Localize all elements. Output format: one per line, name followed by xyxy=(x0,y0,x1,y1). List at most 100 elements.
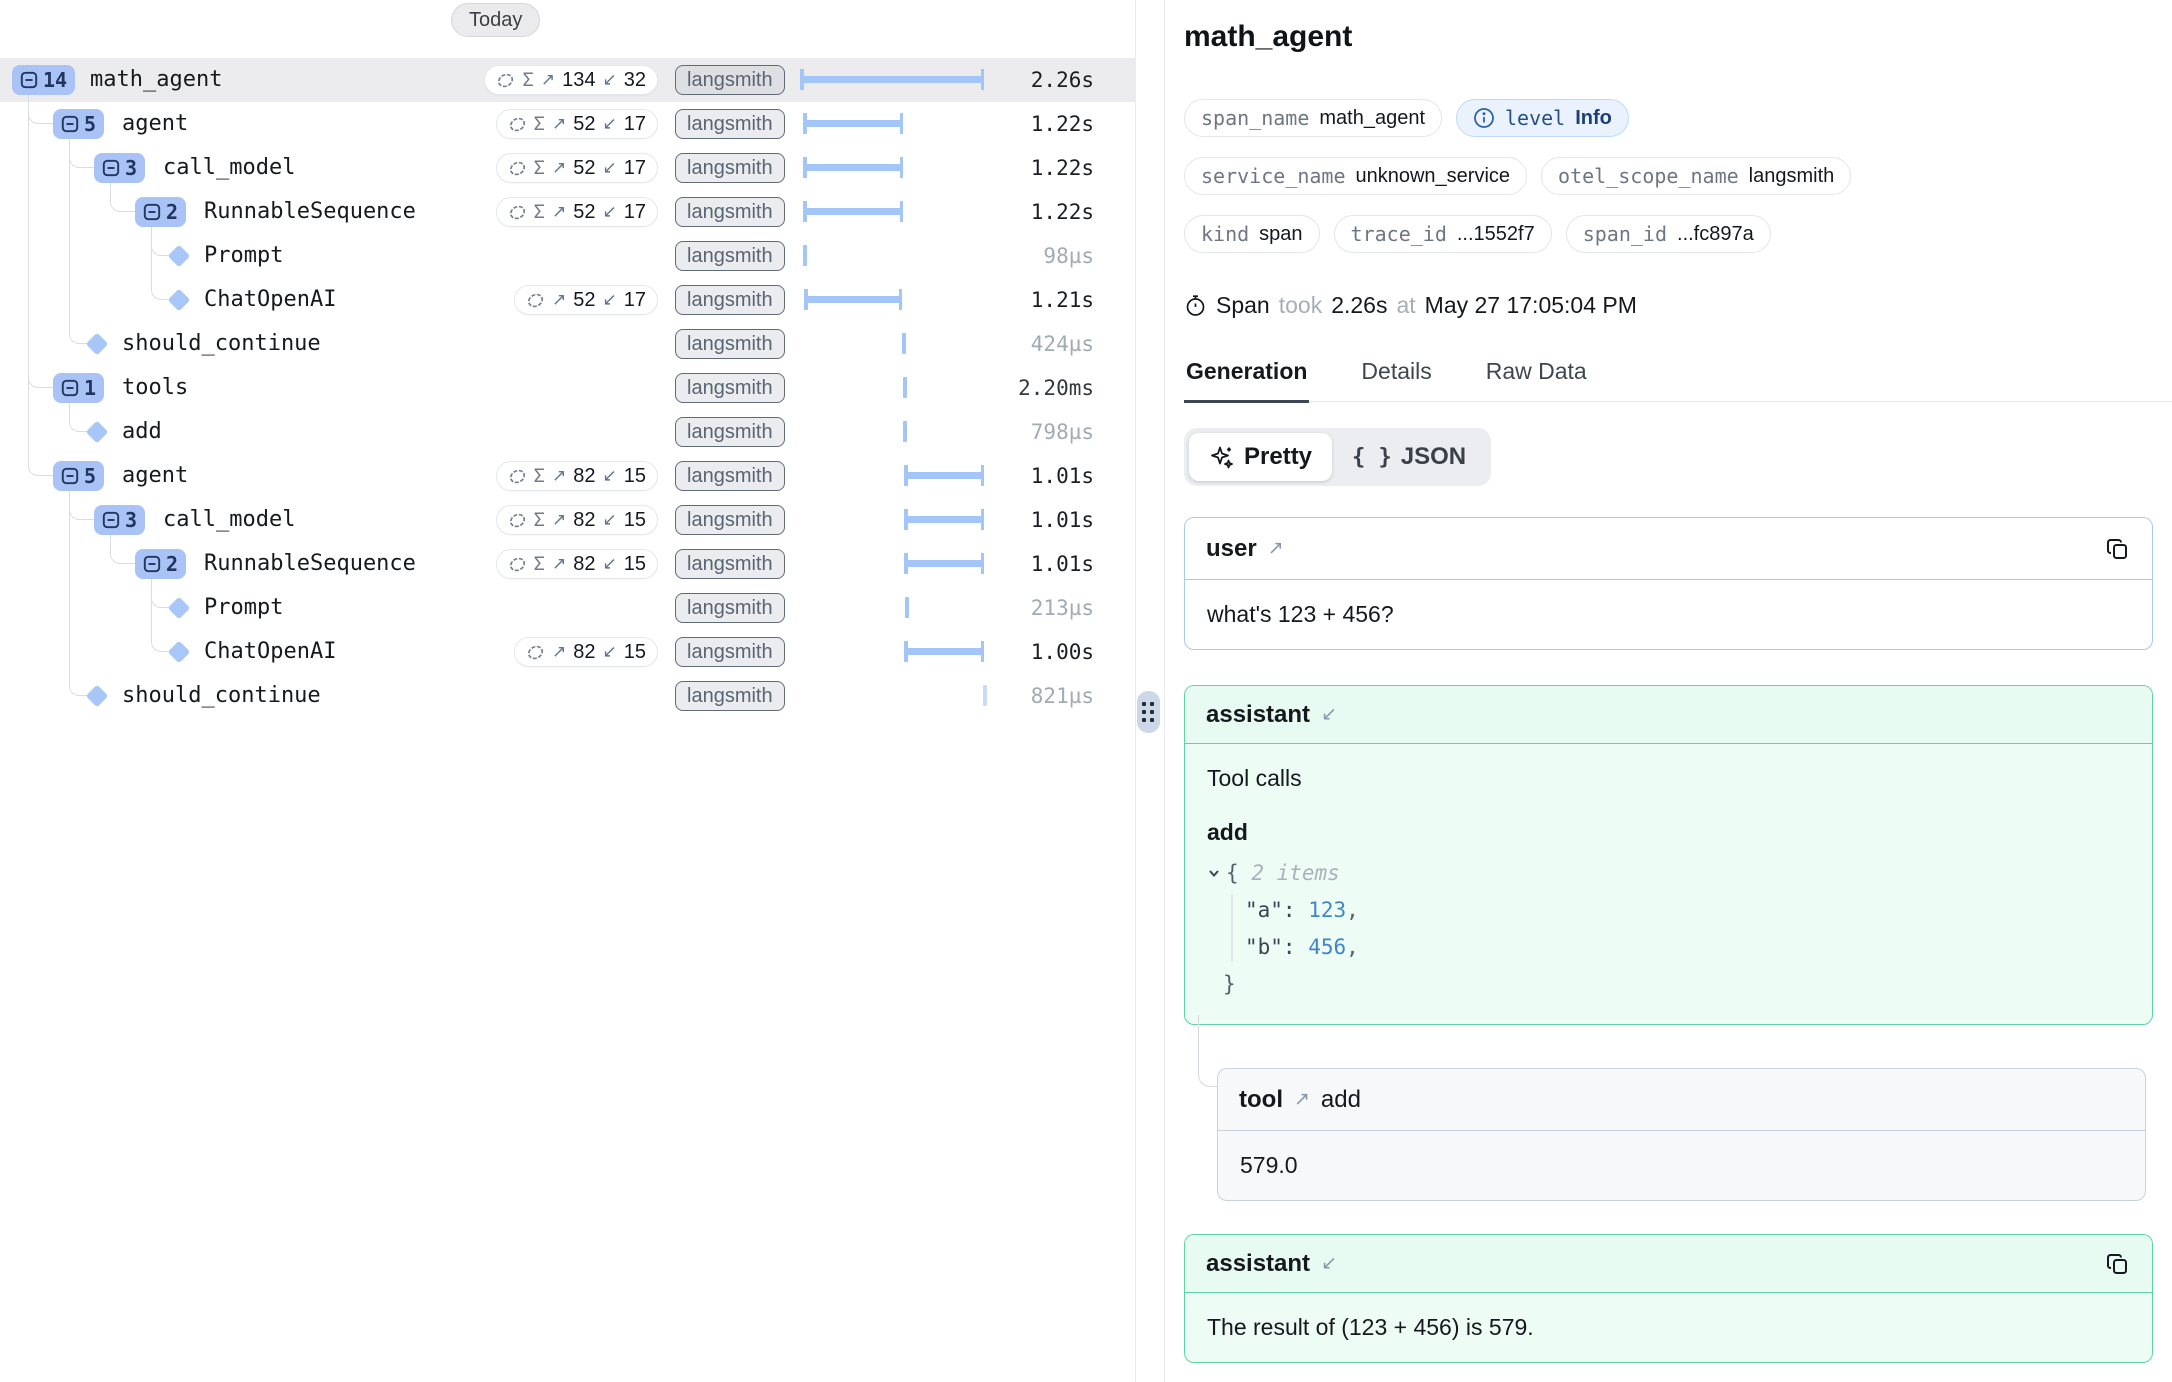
sigma-icon: Σ xyxy=(534,113,545,135)
pretty-toggle-button[interactable]: Pretty xyxy=(1189,433,1332,481)
tree-row-tools[interactable]: 1toolslangsmith2.20ms xyxy=(0,366,1136,410)
langsmith-tag[interactable]: langsmith xyxy=(675,637,785,667)
langsmith-tag[interactable]: langsmith xyxy=(675,417,785,447)
tree-row-ChatOpenAI[interactable]: ChatOpenAI↗82↙15langsmith1.00s xyxy=(0,630,1136,674)
span-name-pill[interactable]: span_name math_agent xyxy=(1184,99,1442,137)
tree-row-math_agent[interactable]: 14math_agentΣ↗134↙32langsmith2.26s xyxy=(0,58,1136,102)
timeline-cell xyxy=(792,190,992,234)
tree-row-ChatOpenAI[interactable]: ChatOpenAI↗52↙17langsmith1.21s xyxy=(0,278,1136,322)
expand-badge[interactable]: 5 xyxy=(53,109,104,139)
copy-button[interactable] xyxy=(2105,536,2131,562)
timeline-tick xyxy=(902,333,906,354)
input-tokens: 82 xyxy=(573,509,595,532)
leaf-diamond-icon xyxy=(86,685,109,708)
langsmith-tag[interactable]: langsmith xyxy=(675,461,785,491)
child-count: 1 xyxy=(84,376,96,400)
timeline-cell xyxy=(792,630,992,674)
copy-button[interactable] xyxy=(2105,1251,2131,1277)
langsmith-tag[interactable]: langsmith xyxy=(675,549,785,579)
expand-badge[interactable]: 3 xyxy=(94,505,145,535)
kind-pill[interactable]: kind span xyxy=(1184,215,1320,253)
tree-row-RunnableSequence[interactable]: 2RunnableSequenceΣ↗52↙17langsmith1.22s xyxy=(0,190,1136,234)
tree-connector xyxy=(28,95,53,476)
minus-square-icon xyxy=(143,555,161,573)
user-message-header: user ↗ xyxy=(1185,518,2152,580)
timeline-cell xyxy=(792,454,992,498)
coin-icon xyxy=(496,71,515,90)
assistant-toolcall-card: assistant ↙ Tool calls add { 2 items "a"… xyxy=(1184,685,2153,1025)
tool-name-label: add xyxy=(1321,1086,1361,1114)
trace-tree-panel: Today 14math_agentΣ↗134↙32langsmith2.26s… xyxy=(0,0,1136,1382)
langsmith-tag[interactable]: langsmith xyxy=(675,373,785,403)
sigma-icon: Σ xyxy=(534,201,545,223)
tab-raw-data[interactable]: Raw Data xyxy=(1484,352,1589,401)
timeline-bar xyxy=(805,296,901,303)
tree-row-RunnableSequence[interactable]: 2RunnableSequenceΣ↗82↙15langsmith1.01s xyxy=(0,542,1136,586)
assistant-message-header: assistant ↙ xyxy=(1185,686,2152,744)
langsmith-tag[interactable]: langsmith xyxy=(675,153,785,183)
span-id-pill[interactable]: span_id ...fc897a xyxy=(1566,215,1771,253)
tree-row-call_model[interactable]: 3call_modelΣ↗82↙15langsmith1.01s xyxy=(0,498,1136,542)
langsmith-tag[interactable]: langsmith xyxy=(675,329,785,359)
leaf-diamond-icon xyxy=(168,641,191,664)
service-name-pill[interactable]: service_name unknown_service xyxy=(1184,157,1527,195)
input-arrow-icon: ↗ xyxy=(552,642,566,662)
timeline-cell xyxy=(792,322,992,366)
child-count: 5 xyxy=(84,464,96,488)
tree-row-agent[interactable]: 5agentΣ↗82↙15langsmith1.01s xyxy=(0,454,1136,498)
json-object-row[interactable]: { 2 items xyxy=(1207,855,2130,892)
today-button[interactable]: Today xyxy=(451,3,540,37)
timeline-cell xyxy=(792,410,992,454)
leaf-diamond-icon xyxy=(168,597,191,620)
input-arrow-icon: ↗ xyxy=(552,114,566,134)
info-icon xyxy=(1473,107,1495,129)
tab-details[interactable]: Details xyxy=(1359,352,1433,401)
langsmith-tag[interactable]: langsmith xyxy=(675,65,785,95)
trace-id-pill[interactable]: trace_id ...1552f7 xyxy=(1334,215,1552,253)
timeline-bar xyxy=(905,560,983,567)
langsmith-tag[interactable]: langsmith xyxy=(675,505,785,535)
child-count: 3 xyxy=(125,508,137,532)
tree-row-call_model[interactable]: 3call_modelΣ↗52↙17langsmith1.22s xyxy=(0,146,1136,190)
coin-icon xyxy=(508,467,527,486)
tree-row-agent[interactable]: 5agentΣ↗52↙17langsmith1.22s xyxy=(0,102,1136,146)
langsmith-tag[interactable]: langsmith xyxy=(675,681,785,711)
tree-row-Prompt[interactable]: Promptlangsmith98µs xyxy=(0,234,1136,278)
span-label: RunnableSequence xyxy=(204,190,416,234)
expand-badge[interactable]: 5 xyxy=(53,461,104,491)
duration-label: 1.00s xyxy=(1031,630,1094,674)
token-badge: Σ↗52↙17 xyxy=(496,153,658,183)
role-label: assistant xyxy=(1206,701,1310,729)
duration-label: 1.22s xyxy=(1031,102,1094,146)
tree-row-should_continue[interactable]: should_continuelangsmith821µs xyxy=(0,674,1136,718)
timeline-bar xyxy=(804,208,902,215)
level-pill[interactable]: level Info xyxy=(1456,99,1629,137)
otel-scope-pill[interactable]: otel_scope_name langsmith xyxy=(1541,157,1851,195)
tab-generation[interactable]: Generation xyxy=(1184,352,1309,403)
tree-row-add[interactable]: addlangsmith798µs xyxy=(0,410,1136,454)
langsmith-tag[interactable]: langsmith xyxy=(675,593,785,623)
token-badge: Σ↗82↙15 xyxy=(496,549,658,579)
tool-call-name: add xyxy=(1207,819,2130,846)
langsmith-tag[interactable]: langsmith xyxy=(675,285,785,315)
expand-badge[interactable]: 3 xyxy=(94,153,145,183)
output-arrow-icon: ↙ xyxy=(603,158,617,178)
tree-row-Prompt[interactable]: Promptlangsmith213µs xyxy=(0,586,1136,630)
assistant-final-text: The result of (123 + 456) is 579. xyxy=(1185,1293,2152,1362)
tool-message-header: tool ↗ add xyxy=(1218,1069,2145,1131)
span-label: add xyxy=(122,410,162,454)
timing-word: at xyxy=(1396,292,1415,319)
expand-badge[interactable]: 2 xyxy=(135,197,186,227)
json-toggle-button[interactable]: { } JSON xyxy=(1332,433,1486,481)
timing-duration: 2.26s xyxy=(1331,292,1387,319)
panel-resize-handle[interactable] xyxy=(1137,691,1160,733)
expand-badge[interactable]: 14 xyxy=(12,65,75,95)
timeline-cell xyxy=(792,542,992,586)
expand-badge[interactable]: 2 xyxy=(135,549,186,579)
langsmith-tag[interactable]: langsmith xyxy=(675,109,785,139)
expand-badge[interactable]: 1 xyxy=(53,373,104,403)
tree-row-should_continue[interactable]: should_continuelangsmith424µs xyxy=(0,322,1136,366)
langsmith-tag[interactable]: langsmith xyxy=(675,197,785,227)
langsmith-tag[interactable]: langsmith xyxy=(675,241,785,271)
grip-dots-icon xyxy=(1142,702,1155,723)
